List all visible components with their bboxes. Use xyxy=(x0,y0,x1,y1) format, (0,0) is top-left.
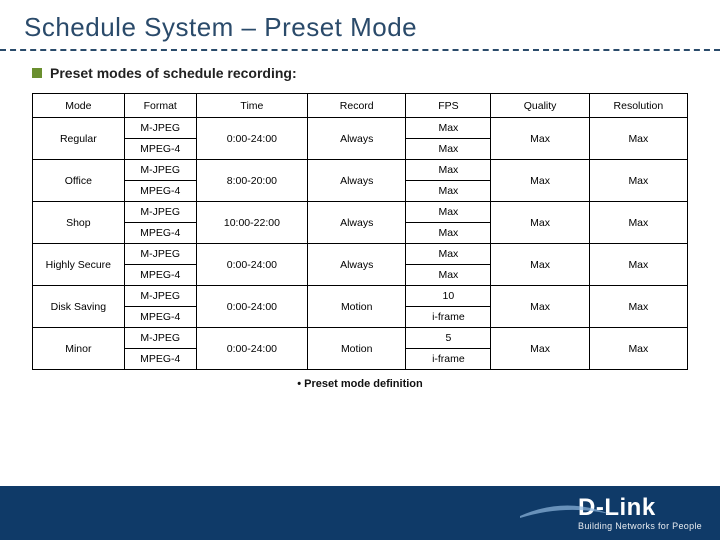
table-row: Highly SecureM-JPEG0:00-24:00AlwaysMaxMa… xyxy=(33,244,688,265)
cell-fps: Max xyxy=(406,265,491,286)
cell-fps: Max xyxy=(406,202,491,223)
cell-mode: Disk Saving xyxy=(33,286,125,328)
table-row: RegularM-JPEG0:00-24:00AlwaysMaxMaxMax xyxy=(33,118,688,139)
col-fps: FPS xyxy=(406,94,491,118)
cell-quality: Max xyxy=(491,160,589,202)
cell-resolution: Max xyxy=(589,202,687,244)
cell-format: M-JPEG xyxy=(124,244,196,265)
cell-fps: Max xyxy=(406,118,491,139)
slide: Schedule System – Preset Mode Preset mod… xyxy=(0,0,720,540)
cell-fps: Max xyxy=(406,244,491,265)
cell-format: MPEG-4 xyxy=(124,181,196,202)
cell-fps: Max xyxy=(406,160,491,181)
cell-mode: Minor xyxy=(33,328,125,370)
cell-format: M-JPEG xyxy=(124,202,196,223)
page-title: Schedule System – Preset Mode xyxy=(0,0,720,49)
cell-format: M-JPEG xyxy=(124,286,196,307)
cell-format: MPEG-4 xyxy=(124,265,196,286)
cell-resolution: Max xyxy=(589,118,687,160)
cell-record: Always xyxy=(308,160,406,202)
brand-tagline: Building Networks for People xyxy=(578,522,702,531)
col-resolution: Resolution xyxy=(589,94,687,118)
cell-quality: Max xyxy=(491,202,589,244)
cell-resolution: Max xyxy=(589,286,687,328)
cell-resolution: Max xyxy=(589,328,687,370)
cell-fps: 5 xyxy=(406,328,491,349)
cell-format: MPEG-4 xyxy=(124,139,196,160)
cell-format: MPEG-4 xyxy=(124,307,196,328)
cell-record: Motion xyxy=(308,328,406,370)
table-caption: • Preset mode definition xyxy=(32,378,688,390)
table-row: OfficeM-JPEG8:00-20:00AlwaysMaxMaxMax xyxy=(33,160,688,181)
col-quality: Quality xyxy=(491,94,589,118)
cell-fps: Max xyxy=(406,223,491,244)
cell-record: Always xyxy=(308,118,406,160)
table-header-row: Mode Format Time Record FPS Quality Reso… xyxy=(33,94,688,118)
cell-quality: Max xyxy=(491,286,589,328)
table-row: ShopM-JPEG10:00-22:00AlwaysMaxMaxMax xyxy=(33,202,688,223)
cell-record: Always xyxy=(308,202,406,244)
cell-quality: Max xyxy=(491,328,589,370)
cell-format: MPEG-4 xyxy=(124,349,196,370)
subtitle-row: Preset modes of schedule recording: xyxy=(0,51,720,89)
table-container: Mode Format Time Record FPS Quality Reso… xyxy=(0,89,720,390)
cell-format: MPEG-4 xyxy=(124,223,196,244)
cell-format: M-JPEG xyxy=(124,160,196,181)
swoosh-icon xyxy=(520,502,610,520)
cell-mode: Highly Secure xyxy=(33,244,125,286)
cell-record: Always xyxy=(308,244,406,286)
cell-time: 0:00-24:00 xyxy=(196,118,307,160)
table-row: MinorM-JPEG0:00-24:00Motion5MaxMax xyxy=(33,328,688,349)
col-format: Format xyxy=(124,94,196,118)
cell-quality: Max xyxy=(491,244,589,286)
cell-mode: Shop xyxy=(33,202,125,244)
cell-mode: Office xyxy=(33,160,125,202)
cell-quality: Max xyxy=(491,118,589,160)
subtitle-text: Preset modes of schedule recording: xyxy=(50,65,297,81)
cell-mode: Regular xyxy=(33,118,125,160)
footer-bar: D-Link Building Networks for People xyxy=(0,486,720,540)
cell-time: 0:00-24:00 xyxy=(196,244,307,286)
cell-fps: i-frame xyxy=(406,349,491,370)
bullet-icon xyxy=(32,68,42,78)
cell-format: M-JPEG xyxy=(124,118,196,139)
cell-format: M-JPEG xyxy=(124,328,196,349)
cell-fps: i-frame xyxy=(406,307,491,328)
cell-time: 8:00-20:00 xyxy=(196,160,307,202)
cell-record: Motion xyxy=(308,286,406,328)
col-record: Record xyxy=(308,94,406,118)
col-time: Time xyxy=(196,94,307,118)
cell-fps: Max xyxy=(406,139,491,160)
cell-fps: 10 xyxy=(406,286,491,307)
cell-resolution: Max xyxy=(589,160,687,202)
col-mode: Mode xyxy=(33,94,125,118)
cell-time: 10:00-22:00 xyxy=(196,202,307,244)
table-row: Disk SavingM-JPEG0:00-24:00Motion10MaxMa… xyxy=(33,286,688,307)
cell-time: 0:00-24:00 xyxy=(196,286,307,328)
preset-mode-table: Mode Format Time Record FPS Quality Reso… xyxy=(32,93,688,370)
cell-time: 0:00-24:00 xyxy=(196,328,307,370)
cell-resolution: Max xyxy=(589,244,687,286)
cell-fps: Max xyxy=(406,181,491,202)
